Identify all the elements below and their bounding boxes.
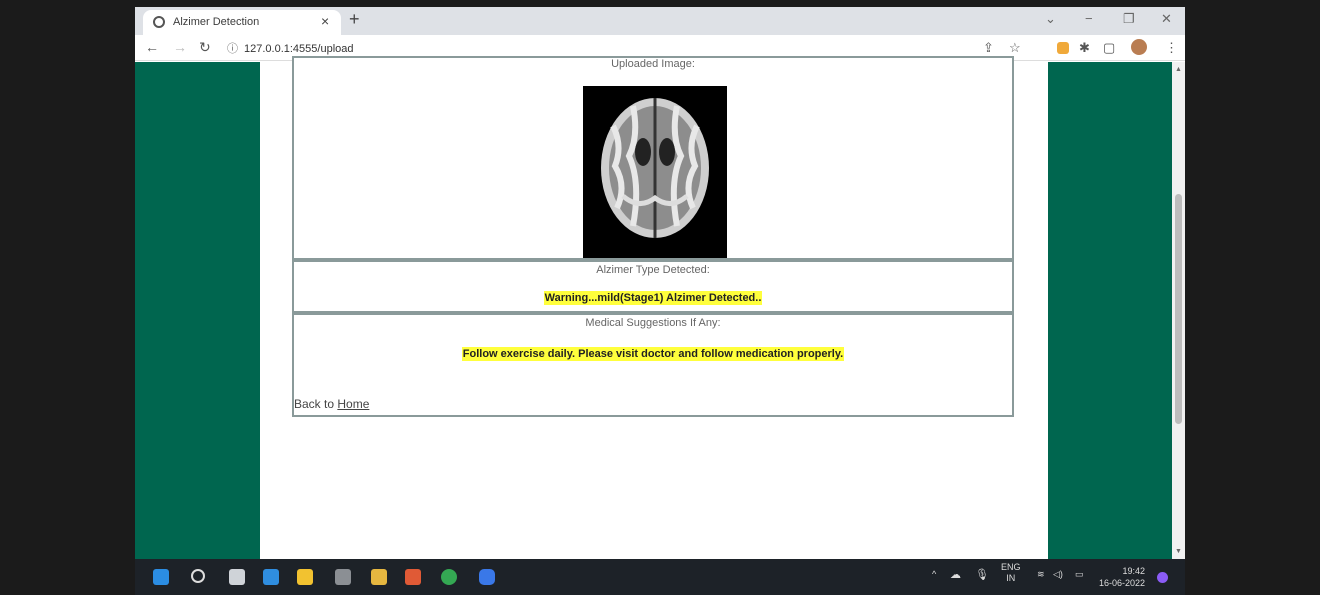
tab-title: Alzimer Detection bbox=[173, 16, 260, 28]
uploaded-image-label: Uploaded Image: bbox=[611, 58, 695, 70]
windows-taskbar: ^ ☁ 🎙 ENG IN ≋ ◁) ▭ 19:42 16-06-2022 bbox=[135, 559, 1185, 595]
mri-brain-image bbox=[583, 86, 727, 258]
scroll-thumb[interactable] bbox=[1175, 194, 1182, 424]
globe-icon bbox=[153, 16, 165, 28]
search-icon[interactable] bbox=[191, 569, 205, 583]
suggestion-text: Follow exercise daily. Please visit doct… bbox=[461, 347, 845, 361]
screen: Alzimer Detection × + ⌄ − ❐ ✕ ← → ↻ ⓘ 127… bbox=[135, 7, 1185, 595]
task-view-icon[interactable] bbox=[229, 569, 245, 585]
wifi-icon[interactable]: ≋ bbox=[1037, 569, 1045, 580]
terminal-icon[interactable] bbox=[335, 569, 351, 585]
zoom-icon[interactable] bbox=[479, 569, 495, 585]
bookmark-star-icon[interactable]: ☆ bbox=[1009, 40, 1021, 56]
notification-badge-icon[interactable] bbox=[1157, 572, 1168, 583]
back-prefix: Back to bbox=[294, 397, 338, 411]
mic-icon[interactable]: 🎙 bbox=[975, 568, 989, 581]
extension-icon[interactable] bbox=[1057, 42, 1069, 54]
notes-app-icon[interactable] bbox=[371, 569, 387, 585]
tab-search-icon[interactable]: ⌄ bbox=[1045, 11, 1056, 27]
forward-arrow-icon[interactable]: → bbox=[173, 39, 187, 55]
scroll-down-arrow-icon[interactable]: ▼ bbox=[1175, 548, 1182, 555]
right-side-panel bbox=[1048, 62, 1172, 559]
detection-result: Warning...mild(Stage1) Alzimer Detected.… bbox=[543, 291, 763, 305]
restore-button[interactable]: ❐ bbox=[1123, 11, 1135, 27]
profile-avatar[interactable] bbox=[1131, 39, 1147, 55]
page-viewport: Uploaded Image: Alzimer Type Detected: W… bbox=[135, 56, 1185, 559]
media-app-icon[interactable] bbox=[405, 569, 421, 585]
start-windows-icon[interactable] bbox=[153, 569, 169, 585]
browser-tab[interactable]: Alzimer Detection × bbox=[143, 10, 341, 35]
cloud-icon[interactable]: ☁ bbox=[950, 568, 961, 581]
close-window-button[interactable]: ✕ bbox=[1161, 11, 1172, 27]
uploaded-image-section: Uploaded Image: bbox=[292, 56, 1014, 260]
address-bar[interactable]: ⓘ 127.0.0.1:4555/upload bbox=[227, 40, 354, 56]
menu-kebab-icon[interactable]: ⋮ bbox=[1165, 40, 1178, 56]
tab-strip: Alzimer Detection × + ⌄ − ❐ ✕ bbox=[135, 7, 1185, 35]
tray-chevron-icon[interactable]: ^ bbox=[932, 569, 936, 579]
clock-time: 19:42 bbox=[1122, 566, 1146, 576]
share-icon[interactable]: ⇪ bbox=[983, 40, 994, 56]
widgets-icon[interactable] bbox=[263, 569, 279, 585]
extensions-puzzle-icon[interactable]: ✱ bbox=[1079, 40, 1090, 56]
type-detected-label: Alzimer Type Detected: bbox=[596, 264, 710, 276]
home-link[interactable]: Home bbox=[337, 397, 369, 411]
minimize-button[interactable]: − bbox=[1085, 11, 1093, 26]
file-explorer-icon[interactable] bbox=[297, 569, 313, 585]
left-side-panel bbox=[135, 62, 260, 559]
brain-scan-graphic bbox=[583, 86, 727, 258]
side-panel-icon[interactable]: ▢ bbox=[1103, 40, 1115, 56]
url-text: 127.0.0.1:4555/upload bbox=[244, 43, 354, 55]
language-indicator[interactable]: ENG IN bbox=[1001, 562, 1021, 584]
lang-bottom: IN bbox=[1006, 573, 1016, 583]
scroll-up-arrow-icon[interactable]: ▲ bbox=[1175, 66, 1182, 73]
volume-icon[interactable]: ◁) bbox=[1053, 569, 1063, 580]
medical-suggestions-label: Medical Suggestions If Any: bbox=[585, 317, 721, 329]
site-info-icon[interactable]: ⓘ bbox=[227, 43, 238, 55]
medical-suggestions-section: Medical Suggestions If Any: Follow exerc… bbox=[292, 313, 1014, 417]
chrome-icon[interactable] bbox=[441, 569, 457, 585]
tab-close-button[interactable]: × bbox=[321, 13, 329, 29]
new-tab-button[interactable]: + bbox=[349, 9, 360, 30]
type-detected-section: Alzimer Type Detected: Warning...mild(St… bbox=[292, 260, 1014, 313]
lang-top: ENG bbox=[1001, 562, 1021, 572]
clock[interactable]: 19:42 16-06-2022 bbox=[1099, 565, 1145, 589]
back-arrow-icon[interactable]: ← bbox=[145, 39, 159, 55]
vertical-scrollbar[interactable]: ▲ ▼ bbox=[1172, 62, 1185, 559]
back-to-home: Back to Home bbox=[294, 397, 369, 411]
battery-icon[interactable]: ▭ bbox=[1075, 569, 1084, 580]
reload-icon[interactable]: ↻ bbox=[199, 39, 211, 56]
clock-date: 16-06-2022 bbox=[1099, 578, 1146, 588]
